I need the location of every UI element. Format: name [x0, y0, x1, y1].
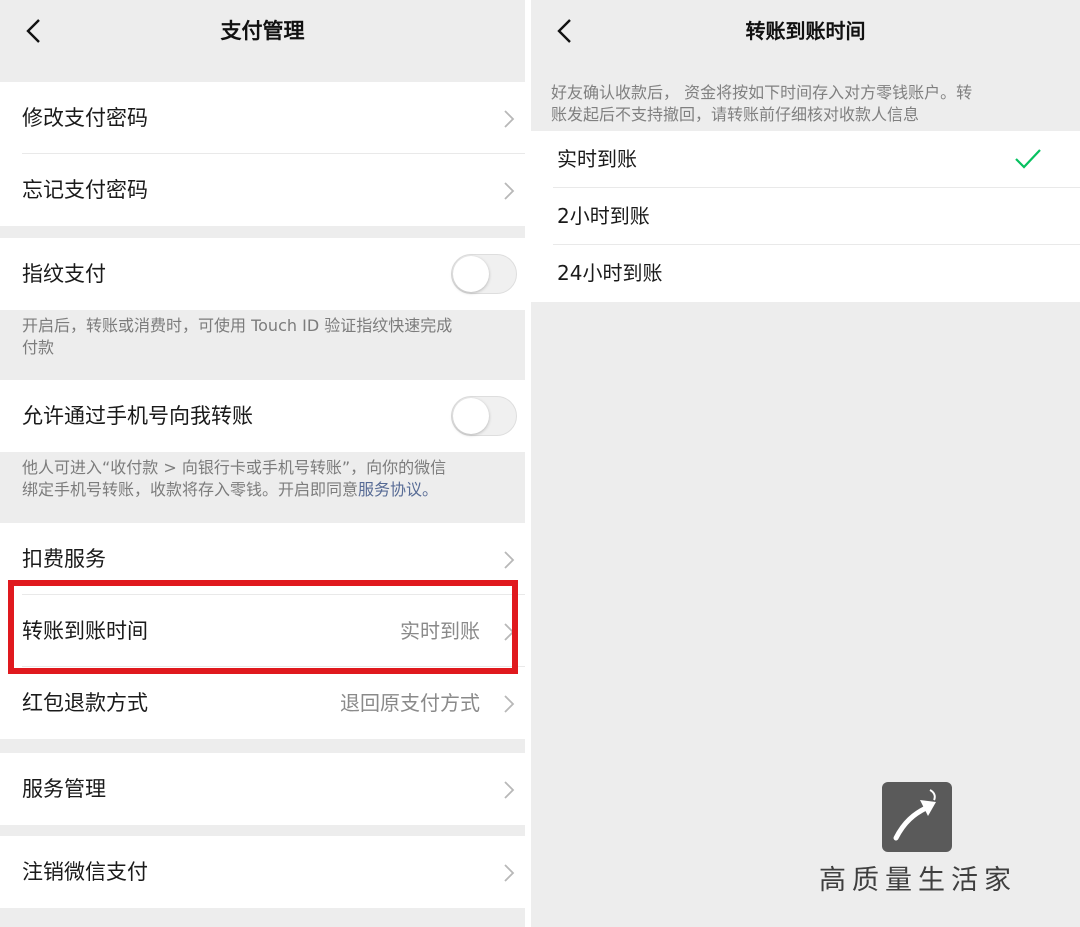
watermark-text: 高质量生活家: [819, 865, 1017, 896]
option-24-hours[interactable]: 24小时到账: [531, 245, 1080, 302]
cancel-wechat-pay-label: 注销微信支付: [22, 860, 148, 884]
fingerprint-note: 开启后，转账或消费时，可使用 Touch ID 验证指纹快速完成 付款: [22, 315, 511, 359]
service-management-group: 服务管理: [0, 753, 525, 825]
chevron-right-icon: [504, 182, 515, 200]
chevron-right-icon: [504, 551, 515, 569]
refund-method-value: 退回原支付方式: [340, 691, 480, 715]
phone-note-text: 绑定手机号转账，收款将存入零钱。开启即同意: [22, 480, 359, 499]
phone-transfer-label: 允许通过手机号向我转账: [22, 404, 253, 428]
password-group: 修改支付密码 忘记支付密码: [0, 82, 525, 226]
deduction-service-label: 扣费服务: [22, 547, 106, 571]
arrival-note-line: 账发起后不支持撤回，请转账前仔细核对收款人信息: [551, 105, 920, 124]
chevron-right-icon: [504, 110, 515, 128]
arrival-time-row[interactable]: 转账到账时间 实时到账: [0, 595, 525, 667]
option-2-hours[interactable]: 2小时到账: [531, 188, 1080, 245]
refund-method-row[interactable]: 红包退款方式 退回原支付方式: [0, 667, 525, 739]
service-management-row[interactable]: 服务管理: [0, 753, 525, 825]
arrival-time-value: 实时到账: [400, 619, 480, 643]
option-label: 24小时到账: [557, 261, 663, 285]
chevron-right-icon: [504, 781, 515, 799]
page-title: 转账到账时间: [745, 19, 866, 43]
service-management-label: 服务管理: [22, 777, 106, 801]
refund-method-label: 红包退款方式: [22, 691, 148, 715]
change-password-row[interactable]: 修改支付密码: [0, 82, 525, 154]
checkmark-icon: [1015, 149, 1041, 169]
fingerprint-row: 指纹支付: [0, 238, 525, 310]
chevron-right-icon: [504, 623, 515, 641]
services-group: 扣费服务 转账到账时间 实时到账 红包退款方式 退回原支付方式: [0, 523, 525, 739]
arrival-time-label: 转账到账时间: [22, 619, 148, 643]
phone-transfer-note: 他人可进入“收付款 > 向银行卡或手机号转账”，向你的微信 绑定手机号转账，收款…: [22, 457, 511, 501]
payment-management-screen: 支付管理 修改支付密码 忘记支付密码 指纹支付 开启后，转账或消费时，可使用 T…: [0, 0, 525, 927]
chevron-right-icon: [504, 695, 515, 713]
fingerprint-note-line: 付款: [22, 338, 55, 357]
fingerprint-toggle[interactable]: [451, 254, 517, 294]
phone-transfer-row: 允许通过手机号向我转账: [0, 380, 525, 452]
option-label: 实时到账: [557, 147, 637, 171]
phone-transfer-group: 允许通过手机号向我转账: [0, 380, 525, 452]
toggle-knob: [453, 398, 489, 434]
cancel-wechat-pay-row[interactable]: 注销微信支付: [0, 836, 525, 908]
phone-note-end: 。: [422, 480, 439, 499]
right-navbar: 转账到账时间: [531, 0, 1080, 60]
option-label: 2小时到账: [557, 204, 650, 228]
phone-transfer-toggle[interactable]: [451, 396, 517, 436]
phone-note-line: 绑定手机号转账，收款将存入零钱。开启即同意服务协议。: [22, 479, 511, 501]
arrival-note-line: 好友确认收款后， 资金将按如下时间存入对方零钱账户。转: [551, 83, 973, 102]
forgot-password-label: 忘记支付密码: [22, 178, 148, 202]
arrival-time-screen: 转账到账时间 好友确认收款后， 资金将按如下时间存入对方零钱账户。转 账发起后不…: [531, 0, 1080, 927]
arrival-options-list: 实时到账 2小时到账 24小时到账: [531, 131, 1080, 302]
deduction-service-row[interactable]: 扣费服务: [0, 523, 525, 595]
fingerprint-note-line: 开启后，转账或消费时，可使用 Touch ID 验证指纹快速完成: [22, 316, 453, 335]
arrival-time-note: 好友确认收款后， 资金将按如下时间存入对方零钱账户。转 账发起后不支持撤回，请转…: [551, 82, 1062, 126]
page-title: 支付管理: [220, 19, 305, 43]
forgot-password-row[interactable]: 忘记支付密码: [0, 154, 525, 226]
fingerprint-group: 指纹支付: [0, 238, 525, 310]
toggle-knob: [453, 256, 489, 292]
chevron-right-icon: [504, 864, 515, 882]
option-realtime[interactable]: 实时到账: [531, 131, 1080, 188]
cancel-pay-group: 注销微信支付: [0, 836, 525, 908]
phone-note-line: 他人可进入“收付款 > 向银行卡或手机号转账”，向你的微信: [22, 458, 447, 477]
left-navbar: 支付管理: [0, 0, 525, 60]
change-password-label: 修改支付密码: [22, 106, 148, 130]
fingerprint-label: 指纹支付: [22, 262, 106, 286]
service-agreement-link[interactable]: 服务协议: [358, 480, 422, 499]
watermark-logo-icon: [882, 782, 952, 852]
